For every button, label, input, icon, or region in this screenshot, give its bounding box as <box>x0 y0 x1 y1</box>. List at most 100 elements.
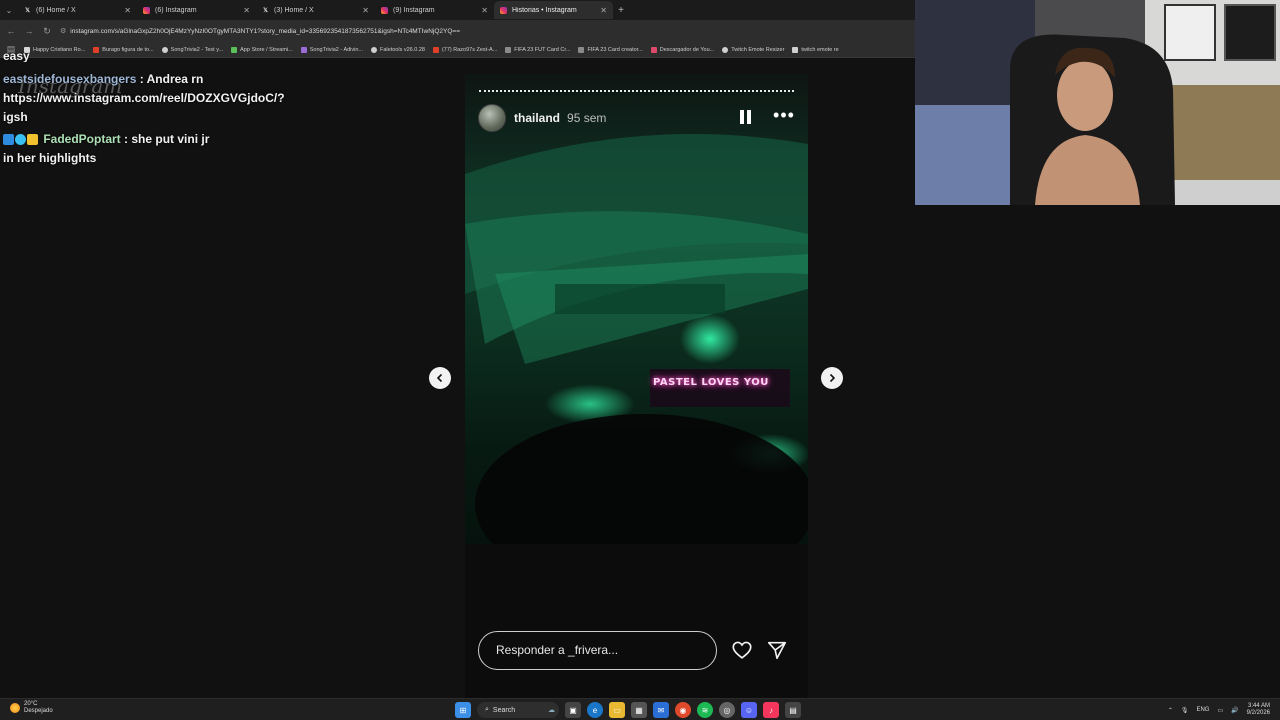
download-icon <box>650 46 657 53</box>
search-label: Search <box>492 706 516 714</box>
bookmark[interactable]: Descargador de You... <box>650 46 715 53</box>
next-story-button[interactable] <box>821 367 843 389</box>
x-icon: 𝕏 <box>25 7 30 14</box>
bookmark[interactable]: SongTrivia2 - Test y... <box>161 46 224 53</box>
bookmark[interactable]: Twitch Emote Resizer <box>722 46 785 53</box>
chat-message: eastsidefousexbangers : Andrea rn https:… <box>3 70 285 127</box>
music-icon[interactable]: ♪ <box>763 702 779 718</box>
microphone-icon[interactable]: 🎙 <box>1181 707 1189 714</box>
weather-widget[interactable]: 20°C Despejado <box>10 701 53 715</box>
webcam-feed <box>915 0 1280 205</box>
bookmark[interactable]: twitch emote re <box>792 46 839 53</box>
reload-icon[interactable]: ↻ <box>42 26 52 37</box>
music-icon <box>300 46 307 53</box>
globe-icon <box>161 46 168 53</box>
weather-desc: Despejado <box>24 708 53 714</box>
tab-historias-instagram[interactable]: Historias • Instagram ✕ <box>494 1 613 19</box>
task-view-icon[interactable]: ▣ <box>565 702 581 718</box>
bookmark-label: twitch emote re <box>801 46 839 53</box>
story-card[interactable]: PASTEL LOVES YOU thailand 95 sem ••• <box>465 74 808 699</box>
search-highlight-icon: ☁ <box>548 707 555 714</box>
avatar[interactable] <box>478 104 506 132</box>
store-icon[interactable]: ▦ <box>631 702 647 718</box>
bookmark[interactable]: App Store / Streami... <box>231 46 293 53</box>
tab-instagram-1[interactable]: (6) Instagram ✕ <box>137 1 256 19</box>
language-indicator[interactable]: ENG <box>1196 707 1209 713</box>
tab-instagram-2[interactable]: (9) Instagram ✕ <box>375 1 494 19</box>
windows-taskbar: 20°C Despejado ⊞ ⌕ Search ☁ ▣ e ▭ ▦ ✉ ◉ … <box>0 698 1280 720</box>
tab-label: (3) Home / X <box>274 6 314 14</box>
chat-message: FadedPoptart : she put vini jr in her hi… <box>3 130 218 168</box>
address-bar-row: ← → ↻ ⚙ instagram.com/s/aGlnaGxpZ2h0OjE4… <box>0 20 915 42</box>
start-icon[interactable]: ⊞ <box>455 702 471 718</box>
url-field[interactable]: ⚙ instagram.com/s/aGlnaGxpZ2h0OjE4MzYyNz… <box>60 27 915 36</box>
bookmark[interactable]: Happy Cristiano Ro... <box>24 46 85 53</box>
mail-icon[interactable]: ✉ <box>653 702 669 718</box>
clock[interactable]: 3:44 AM 9/2/2026 <box>1247 703 1270 717</box>
close-icon[interactable]: ✕ <box>600 6 607 15</box>
edge-icon[interactable]: e <box>587 702 603 718</box>
obs-icon[interactable]: ◎ <box>719 702 735 718</box>
chrome-icon[interactable]: ◉ <box>675 702 691 718</box>
page-icon <box>792 46 799 53</box>
taskbar-search[interactable]: ⌕ Search ☁ <box>477 702 559 718</box>
monitor-icon[interactable]: ▭ <box>1217 707 1223 714</box>
taskbar-apps: ⊞ ⌕ Search ☁ ▣ e ▭ ▦ ✉ ◉ ≋ ◎ ☺ ♪ ▤ <box>455 701 801 719</box>
bookmark-label: SongTrivia2 - Test y... <box>170 46 224 53</box>
tab-home-x-2[interactable]: 𝕏 (3) Home / X ✕ <box>256 1 375 19</box>
close-icon[interactable]: ✕ <box>243 6 250 15</box>
clock-time: 3:44 AM <box>1247 703 1270 709</box>
close-icon[interactable]: ✕ <box>362 6 369 15</box>
bookmark[interactable]: FIFA 23 FUT Card Cr... <box>505 46 570 53</box>
send-icon[interactable] <box>766 639 788 661</box>
bookmark-label: App Store / Streami... <box>240 46 293 53</box>
search-icon: ⌕ <box>485 706 489 713</box>
bookmark-label: SongTrivia2 - Adivin... <box>309 46 364 53</box>
instagram-icon <box>381 6 388 14</box>
tab-home-x-1[interactable]: 𝕏 (6) Home / X ✕ <box>18 1 137 19</box>
story-username[interactable]: thailand <box>514 111 560 125</box>
chat-partial-message: easy <box>3 50 30 62</box>
more-options-icon[interactable]: ••• <box>772 106 796 128</box>
pause-button[interactable] <box>738 110 752 126</box>
chevron-up-icon[interactable]: ⌃ <box>1168 707 1173 714</box>
bookmark-label: Faletools v26.0.28 <box>380 46 425 53</box>
tab-list-menu-icon[interactable]: ⌄ <box>0 0 18 20</box>
bookmark[interactable]: Burago figura de to... <box>93 46 154 53</box>
story-progress-bar <box>479 90 794 92</box>
discord-icon[interactable]: ☺ <box>741 702 757 718</box>
forward-icon[interactable]: → <box>24 26 34 36</box>
previous-story-button[interactable] <box>429 367 451 389</box>
reply-input[interactable] <box>478 630 717 670</box>
bookmark[interactable]: Faletools v26.0.28 <box>371 46 425 53</box>
close-icon[interactable]: ✕ <box>481 6 488 15</box>
close-icon[interactable]: ✕ <box>124 6 131 15</box>
crown-icon <box>27 134 38 145</box>
youtube-icon <box>93 46 100 53</box>
site-info-icon[interactable]: ⚙ <box>60 27 66 35</box>
chevron-right-icon <box>829 373 836 383</box>
bookmark-label: Descargador de You... <box>659 46 715 53</box>
bookmark-label: Twitch Emote Resizer <box>731 46 785 53</box>
new-tab-button[interactable]: + <box>613 5 629 16</box>
weather-temp: 20°C <box>24 701 38 707</box>
tab-label: (6) Home / X <box>36 6 76 14</box>
app-icon[interactable]: ▤ <box>785 702 801 718</box>
page-icon <box>505 46 512 53</box>
chevron-left-icon <box>436 373 443 383</box>
back-icon[interactable]: ← <box>6 26 16 36</box>
bookmark[interactable]: (77) Razo97s Zest-A... <box>432 46 497 53</box>
badge-icon <box>15 134 26 145</box>
instagram-icon <box>500 6 507 14</box>
tab-label: (6) Instagram <box>155 6 197 14</box>
instagram-icon <box>143 6 150 14</box>
volume-icon[interactable]: 🔊 <box>1231 707 1238 714</box>
bookmark[interactable]: FIFA 23 Card creator... <box>578 46 643 53</box>
heart-icon[interactable] <box>731 639 753 661</box>
screen: ⌄ 𝕏 (6) Home / X ✕ (6) Instagram ✕ 𝕏 (3)… <box>0 0 1280 720</box>
bookmark[interactable]: SongTrivia2 - Adivin... <box>300 46 364 53</box>
spotify-icon[interactable]: ≋ <box>697 702 713 718</box>
chat-username: eastsidefousexbangers <box>3 72 137 86</box>
file-explorer-icon[interactable]: ▭ <box>609 702 625 718</box>
globe-icon <box>371 46 378 53</box>
